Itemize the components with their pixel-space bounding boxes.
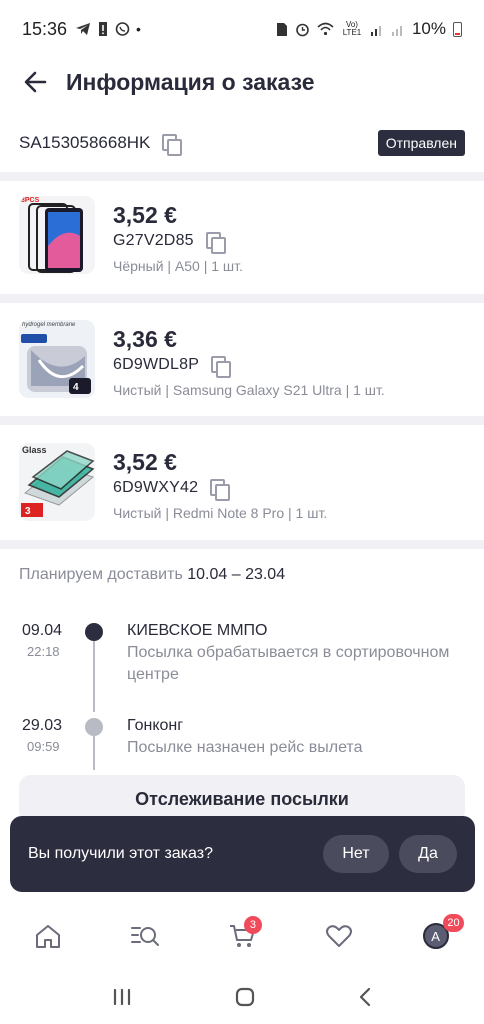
no-button[interactable]: Нет bbox=[323, 835, 389, 873]
recent-apps-icon[interactable] bbox=[111, 987, 133, 1007]
screen-protector-image bbox=[19, 196, 95, 274]
product-sku: 6D9WXY42 bbox=[113, 479, 199, 496]
sim-icon bbox=[276, 22, 287, 36]
system-nav-bar bbox=[0, 970, 484, 1024]
catalog-search-icon bbox=[131, 927, 160, 946]
tab-home[interactable] bbox=[24, 912, 72, 960]
timeline-dot bbox=[85, 623, 103, 641]
delivery-label: Планируем доставить bbox=[19, 566, 183, 583]
svg-text:3: 3 bbox=[25, 506, 31, 517]
profile-badge: 20 bbox=[443, 914, 464, 932]
home-button-icon[interactable] bbox=[234, 986, 256, 1008]
product-variant: Чёрный | A50 | 1 шт. bbox=[113, 258, 243, 274]
prompt-question: Вы получили этот заказ? bbox=[28, 845, 213, 862]
battery-icon bbox=[453, 21, 462, 37]
product-price: 3,52 € bbox=[113, 202, 177, 228]
signal-icon bbox=[370, 26, 381, 36]
product-thumbnail: 4 hydrogel membrane bbox=[19, 320, 95, 398]
event-date: 09.04 bbox=[22, 622, 63, 639]
tab-favorites[interactable] bbox=[315, 912, 363, 960]
hydrogel-film-image: 4 bbox=[19, 320, 95, 398]
alarm-icon bbox=[296, 23, 309, 36]
alert-icon bbox=[99, 22, 108, 36]
product-sku: 6D9WDL8P bbox=[113, 356, 200, 373]
yes-button[interactable]: Да bbox=[399, 835, 457, 873]
tab-catalog[interactable] bbox=[121, 912, 169, 960]
signal-2-icon bbox=[391, 26, 402, 36]
event-date: 29.03 bbox=[22, 717, 63, 734]
delivery-estimate: Планируем доставить 10.04 – 23.04 bbox=[19, 566, 285, 584]
product-thumbnail: 3PCS bbox=[19, 196, 95, 274]
status-bar: 15:36 • Vo) LTE1 10% bbox=[0, 0, 484, 58]
timeline-dot bbox=[85, 718, 103, 736]
heart-icon bbox=[325, 925, 352, 947]
order-received-prompt: Вы получили этот заказ? Нет Да bbox=[10, 816, 475, 892]
back-button[interactable] bbox=[20, 67, 50, 97]
bottom-tab-bar: 3 A 20 bbox=[0, 905, 484, 967]
copy-icon[interactable] bbox=[162, 134, 183, 156]
divider bbox=[0, 294, 484, 303]
status-time: 15:36 bbox=[22, 18, 68, 39]
copy-icon[interactable] bbox=[210, 479, 231, 501]
timeline-line bbox=[93, 640, 95, 712]
product-thumbnail: 3 Glass bbox=[19, 443, 95, 521]
home-icon bbox=[36, 925, 61, 948]
divider bbox=[0, 172, 484, 181]
status-badge: Отправлен bbox=[377, 130, 465, 156]
event-description: Посылке назначен рейс вылета bbox=[127, 739, 363, 756]
product-item[interactable]: 3 Glass 3,52 € 6D9WXY42 Чистый | Redmi N… bbox=[0, 443, 484, 555]
timeline-line bbox=[93, 736, 95, 770]
viber-icon bbox=[115, 21, 130, 36]
divider bbox=[0, 540, 484, 549]
telegram-icon bbox=[76, 23, 91, 35]
event-time: 09:59 bbox=[27, 739, 60, 754]
more-dot-icon: • bbox=[136, 21, 141, 37]
app-header: Информация о заказе bbox=[0, 58, 484, 106]
product-item[interactable]: 3PCS 3,52 € G27V2D85 Чёрный | A50 | 1 шт… bbox=[0, 196, 484, 308]
delivery-dates: 10.04 – 23.04 bbox=[187, 566, 286, 583]
copy-icon[interactable] bbox=[211, 356, 232, 378]
event-description: Посылка обрабатывается в сортировочном ц… bbox=[127, 644, 450, 683]
wifi-icon bbox=[317, 22, 334, 36]
product-price: 3,52 € bbox=[113, 449, 177, 475]
thumb-label: hydrogel membrane bbox=[22, 322, 76, 328]
copy-icon[interactable] bbox=[205, 232, 226, 254]
event-time: 22:18 bbox=[27, 644, 60, 659]
divider bbox=[0, 416, 484, 425]
event-place: Гонконг bbox=[127, 717, 184, 734]
back-nav-icon[interactable] bbox=[357, 986, 373, 1008]
order-id-row: SA153058668HK Отправлен bbox=[0, 126, 484, 160]
product-variant: Чистый | Samsung Galaxy S21 Ultra | 1 шт… bbox=[113, 382, 385, 398]
order-id: SA153058668HK bbox=[19, 133, 151, 152]
thumb-label: Glass bbox=[22, 445, 47, 455]
tab-profile[interactable]: A 20 bbox=[412, 912, 464, 960]
battery-percent: 10% bbox=[411, 19, 446, 38]
event-place: КИЕВСКОЕ ММПО bbox=[127, 622, 268, 639]
arrow-left-icon bbox=[24, 71, 47, 93]
product-sku: G27V2D85 bbox=[113, 232, 194, 249]
cart-badge: 3 bbox=[243, 916, 262, 934]
network-label: Vo) LTE1 bbox=[342, 20, 362, 37]
product-variant: Чистый | Redmi Note 8 Pro | 1 шт. bbox=[113, 505, 328, 521]
product-price: 3,36 € bbox=[113, 326, 177, 352]
thumb-label: 3PCS bbox=[21, 197, 40, 204]
tab-cart[interactable]: 3 bbox=[218, 912, 266, 960]
svg-text:4: 4 bbox=[73, 382, 79, 393]
page-title: Информация о заказе bbox=[66, 68, 315, 95]
